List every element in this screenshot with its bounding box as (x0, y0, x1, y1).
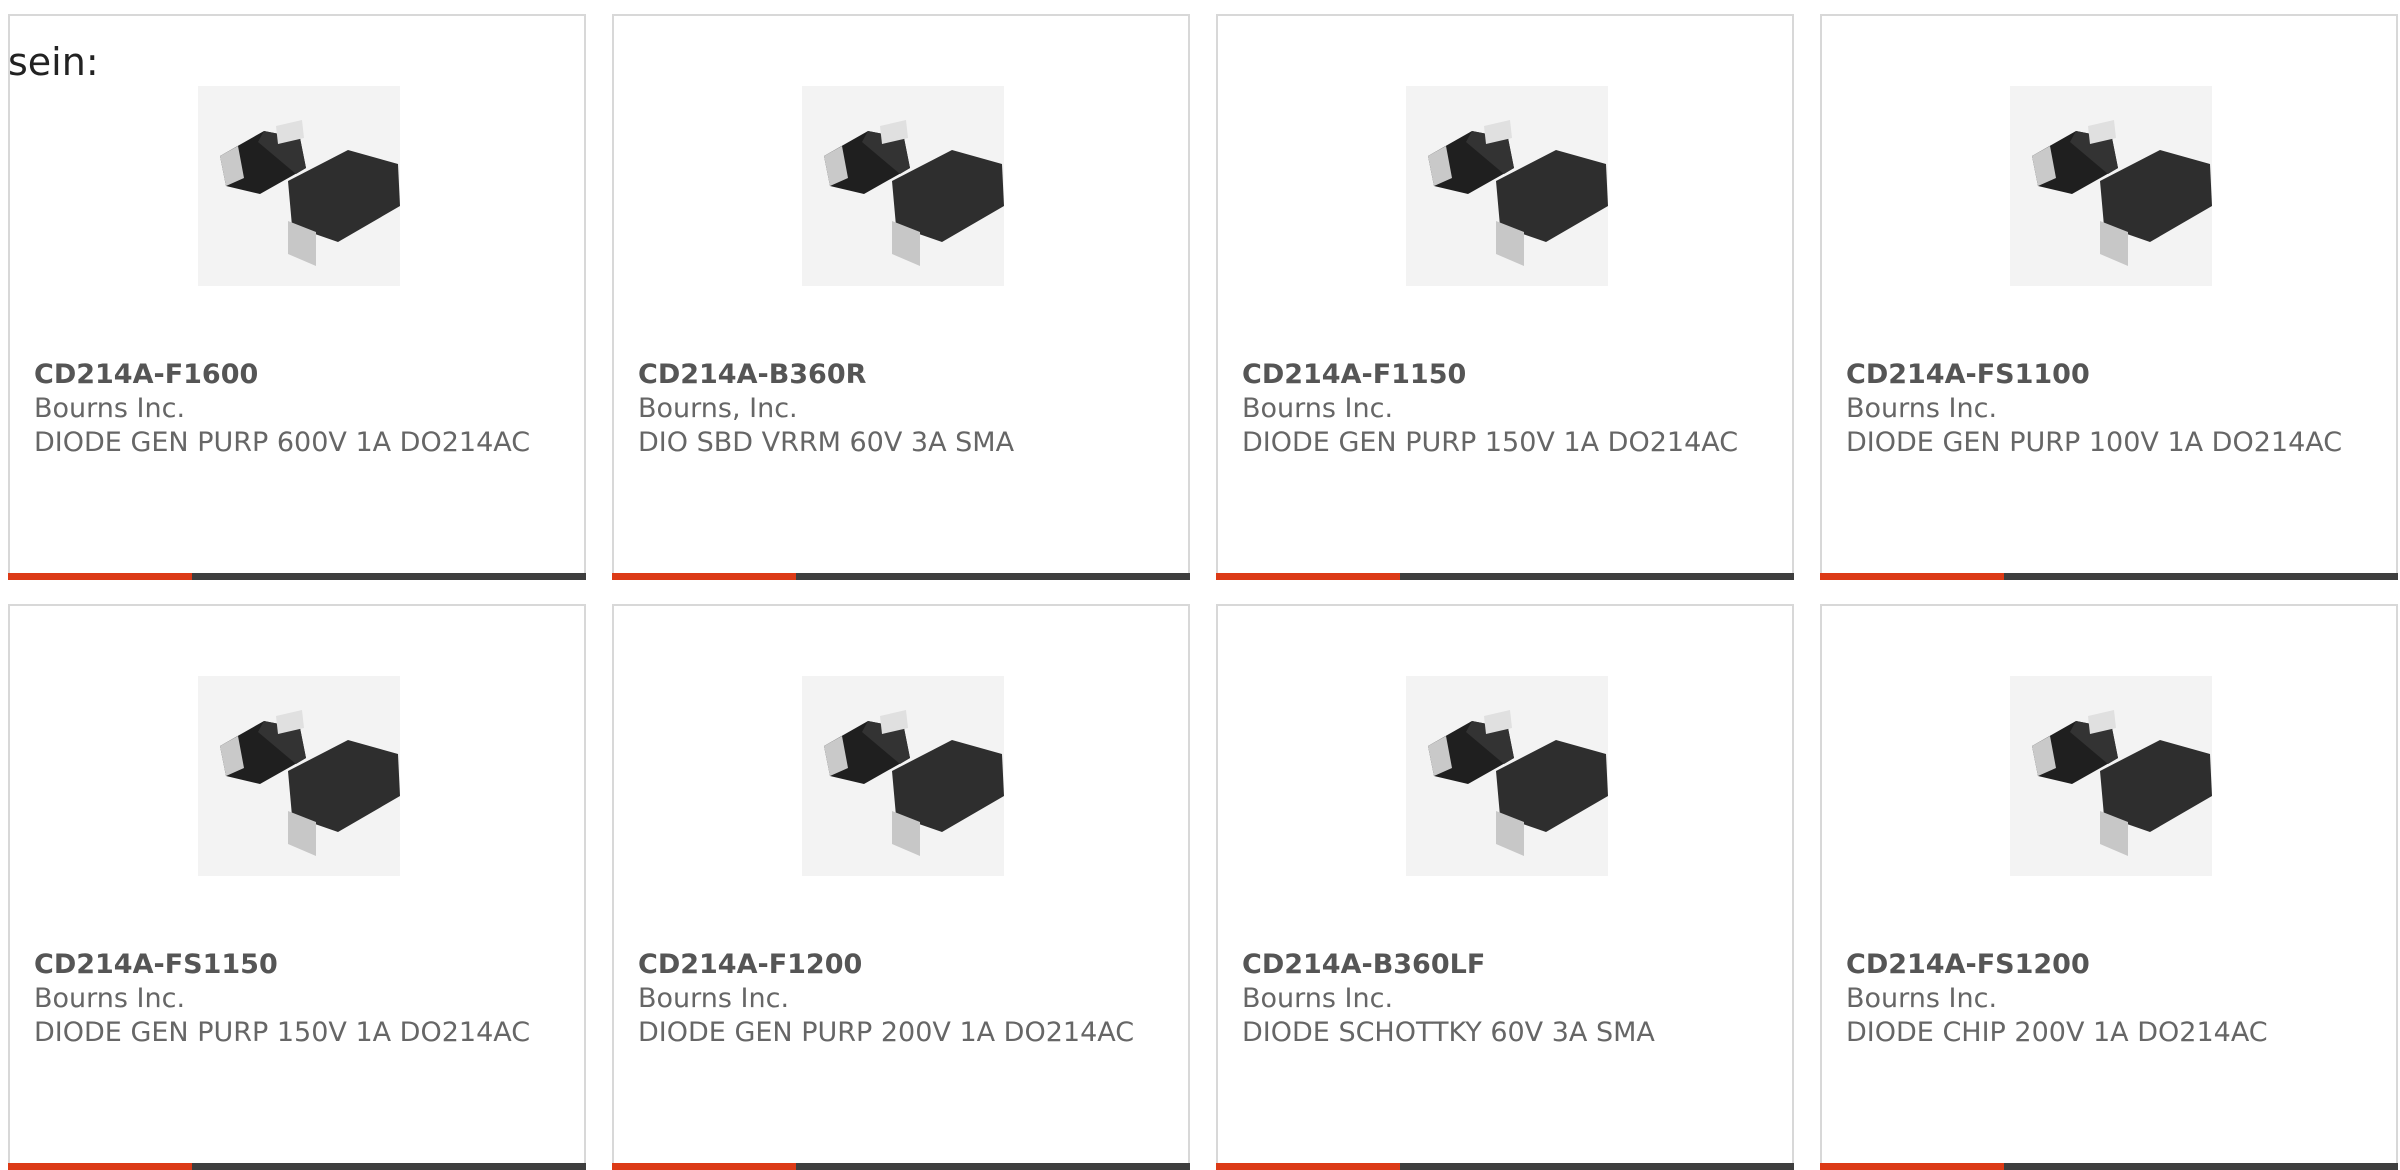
part-number[interactable]: CD214A-B360LF (1242, 948, 1742, 982)
part-number[interactable]: CD214A-F1200 (638, 948, 1138, 982)
card-bottom-bar (1216, 573, 1794, 580)
card-accent-bar (1216, 573, 1400, 580)
product-grid: CD214A-F1600 Bourns Inc. DIODE GEN PURP … (8, 14, 2400, 1170)
product-image (802, 676, 1004, 876)
part-number[interactable]: CD214A-FS1200 (1846, 948, 2346, 982)
manufacturer: Bourns Inc. (1242, 983, 1394, 1014)
card-accent-bar (612, 573, 796, 580)
product-card[interactable]: CD214A-B360LF Bourns Inc. DIODE SCHOTTKY… (1216, 604, 1794, 1170)
product-info: CD214A-F1200 Bourns Inc. DIODE GEN PURP … (638, 948, 1138, 1050)
manufacturer: Bourns Inc. (638, 983, 790, 1014)
manufacturer: Bourns, Inc. (638, 393, 798, 424)
product-description: DIODE GEN PURP 100V 1A DO214AC (1846, 427, 2343, 458)
product-description: DIODE GEN PURP 600V 1A DO214AC (34, 427, 531, 458)
part-number[interactable]: CD214A-FS1100 (1846, 358, 2346, 392)
product-image (2010, 86, 2212, 286)
manufacturer: Bourns Inc. (1846, 983, 1998, 1014)
product-card[interactable]: CD214A-F1200 Bourns Inc. DIODE GEN PURP … (612, 604, 1190, 1170)
card-accent-bar (1820, 573, 2004, 580)
product-image (2010, 676, 2212, 876)
part-number[interactable]: CD214A-F1150 (1242, 358, 1742, 392)
part-number[interactable]: CD214A-B360R (638, 358, 1138, 392)
product-image (802, 86, 1004, 286)
product-image (198, 676, 400, 876)
product-info: CD214A-F1150 Bourns Inc. DIODE GEN PURP … (1242, 358, 1742, 460)
manufacturer: Bourns Inc. (34, 393, 186, 424)
product-info: CD214A-FS1150 Bourns Inc. DIODE GEN PURP… (34, 948, 534, 1050)
product-description: DIO SBD VRRM 60V 3A SMA (638, 427, 1015, 458)
product-info: CD214A-FS1100 Bourns Inc. DIODE GEN PURP… (1846, 358, 2346, 460)
part-number[interactable]: CD214A-F1600 (34, 358, 534, 392)
product-info: CD214A-B360R Bourns, Inc. DIO SBD VRRM 6… (638, 358, 1138, 460)
product-description: DIODE CHIP 200V 1A DO214AC (1846, 1017, 2268, 1048)
product-card[interactable]: CD214A-F1600 Bourns Inc. DIODE GEN PURP … (8, 14, 586, 580)
product-description: DIODE GEN PURP 150V 1A DO214AC (1242, 427, 1739, 458)
product-description: DIODE SCHOTTKY 60V 3A SMA (1242, 1017, 1655, 1048)
product-card[interactable]: CD214A-FS1100 Bourns Inc. DIODE GEN PURP… (1820, 14, 2398, 580)
product-card[interactable]: CD214A-B360R Bourns, Inc. DIO SBD VRRM 6… (612, 14, 1190, 580)
product-info: CD214A-F1600 Bourns Inc. DIODE GEN PURP … (34, 358, 534, 460)
product-info: CD214A-FS1200 Bourns Inc. DIODE CHIP 200… (1846, 948, 2346, 1050)
product-description: DIODE GEN PURP 200V 1A DO214AC (638, 1017, 1135, 1048)
card-bottom-bar (612, 573, 1190, 580)
card-bottom-bar (1820, 573, 2398, 580)
intro-text: sein: (8, 40, 99, 84)
product-description: DIODE GEN PURP 150V 1A DO214AC (34, 1017, 531, 1048)
product-image (1406, 676, 1608, 876)
manufacturer: Bourns Inc. (1242, 393, 1394, 424)
product-image (1406, 86, 1608, 286)
manufacturer: Bourns Inc. (1846, 393, 1998, 424)
product-card[interactable]: CD214A-FS1200 Bourns Inc. DIODE CHIP 200… (1820, 604, 2398, 1170)
product-image (198, 86, 400, 286)
product-card[interactable]: CD214A-FS1150 Bourns Inc. DIODE GEN PURP… (8, 604, 586, 1170)
card-bottom-bar (8, 573, 586, 580)
card-accent-bar (8, 573, 192, 580)
product-card[interactable]: CD214A-F1150 Bourns Inc. DIODE GEN PURP … (1216, 14, 1794, 580)
product-info: CD214A-B360LF Bourns Inc. DIODE SCHOTTKY… (1242, 948, 1742, 1050)
manufacturer: Bourns Inc. (34, 983, 186, 1014)
part-number[interactable]: CD214A-FS1150 (34, 948, 534, 982)
